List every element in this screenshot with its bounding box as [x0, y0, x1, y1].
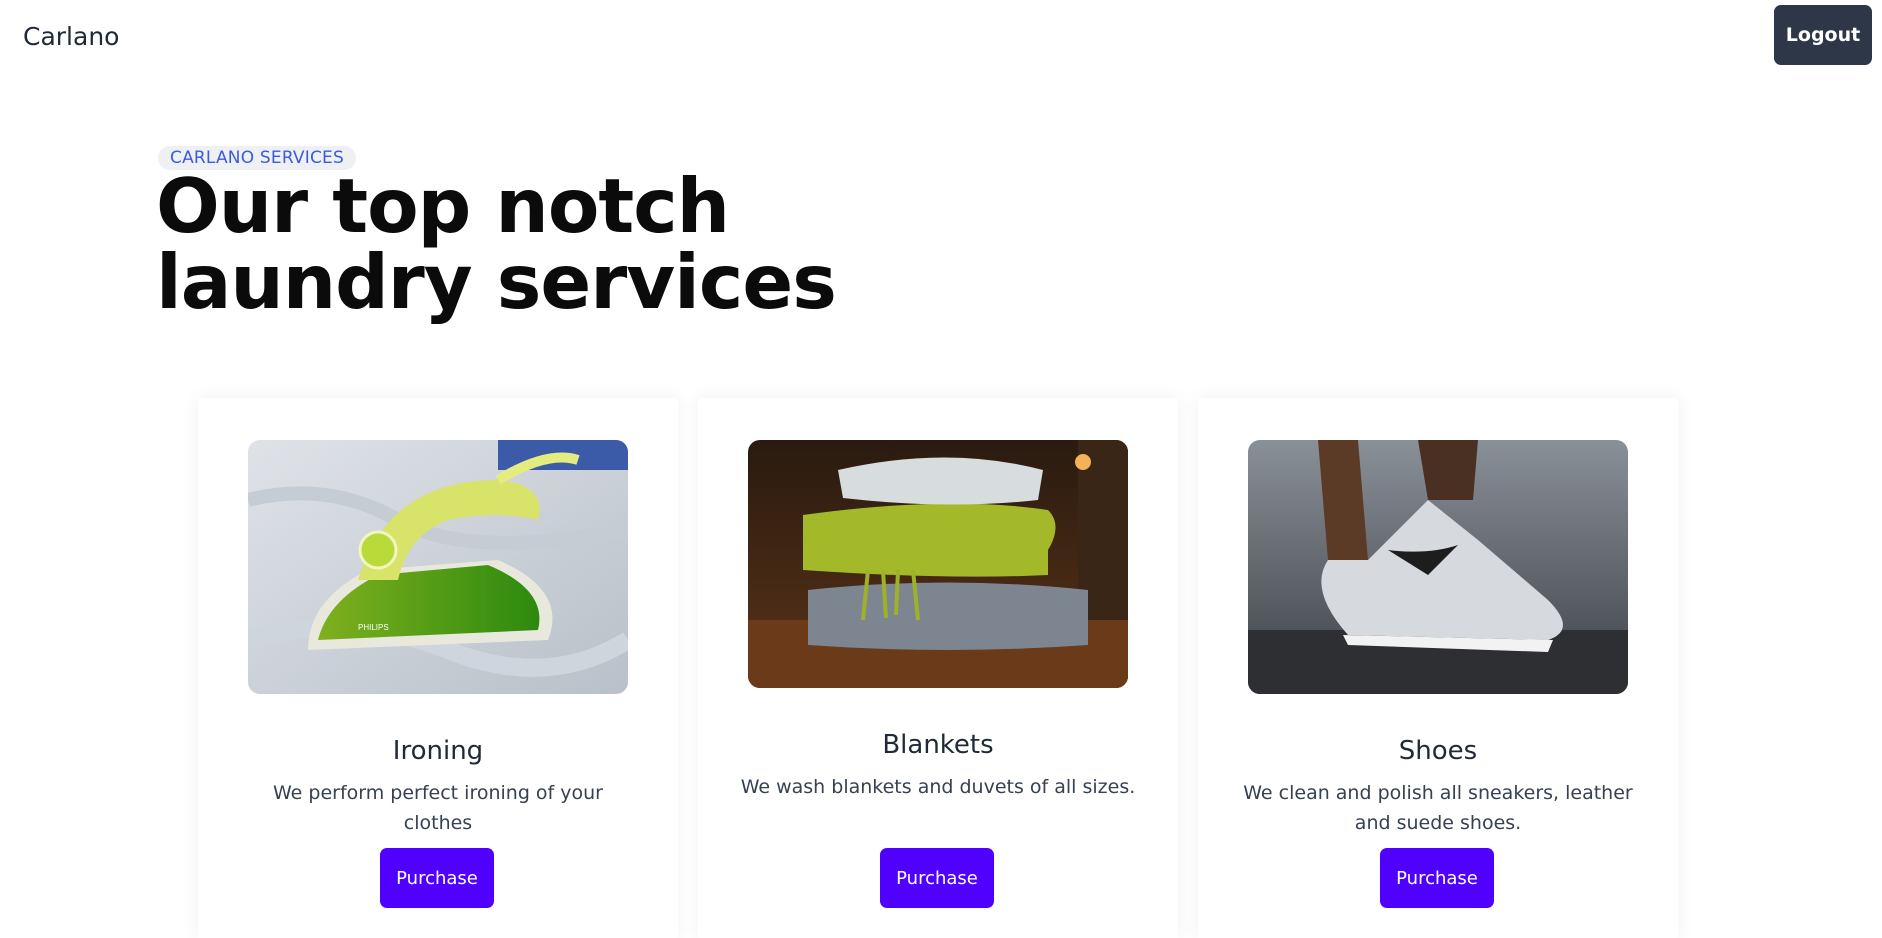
brand-logo-text[interactable]: Carlano [23, 22, 119, 51]
service-title: Blankets [882, 730, 994, 760]
page-title-line-2: laundry services [156, 238, 837, 326]
logout-button[interactable]: Logout [1774, 5, 1872, 65]
folded-blankets-photo [748, 440, 1128, 688]
service-title: Ironing [392, 736, 484, 766]
purchase-button-ironing[interactable]: Purchase [380, 848, 494, 908]
top-bar: Carlano Logout [0, 0, 1882, 72]
sneaker-photo [1248, 440, 1628, 694]
service-card-blankets: Blankets We wash blankets and duvets of … [698, 398, 1178, 938]
service-description: We clean and polish all sneakers, leathe… [1243, 782, 1633, 834]
service-description: We wash blankets and duvets of all sizes… [740, 776, 1136, 798]
purchase-button-shoes[interactable]: Purchase [1380, 848, 1494, 908]
page-title-line-1: Our top notch [156, 162, 730, 250]
svg-text:PHILIPS: PHILIPS [358, 623, 389, 632]
service-title: Shoes [1398, 736, 1478, 766]
service-description: We perform perfect ironing of your cloth… [272, 782, 603, 834]
iron-photo: PHILIPS [248, 440, 628, 694]
service-card-ironing: PHILIPS Ironing We perform perfect ironi… [198, 398, 678, 938]
service-card-shoes: Shoes We clean and polish all sneakers, … [1198, 398, 1678, 938]
purchase-button-blankets[interactable]: Purchase [880, 848, 994, 908]
page-title: Our top notch laundry services [156, 168, 837, 320]
